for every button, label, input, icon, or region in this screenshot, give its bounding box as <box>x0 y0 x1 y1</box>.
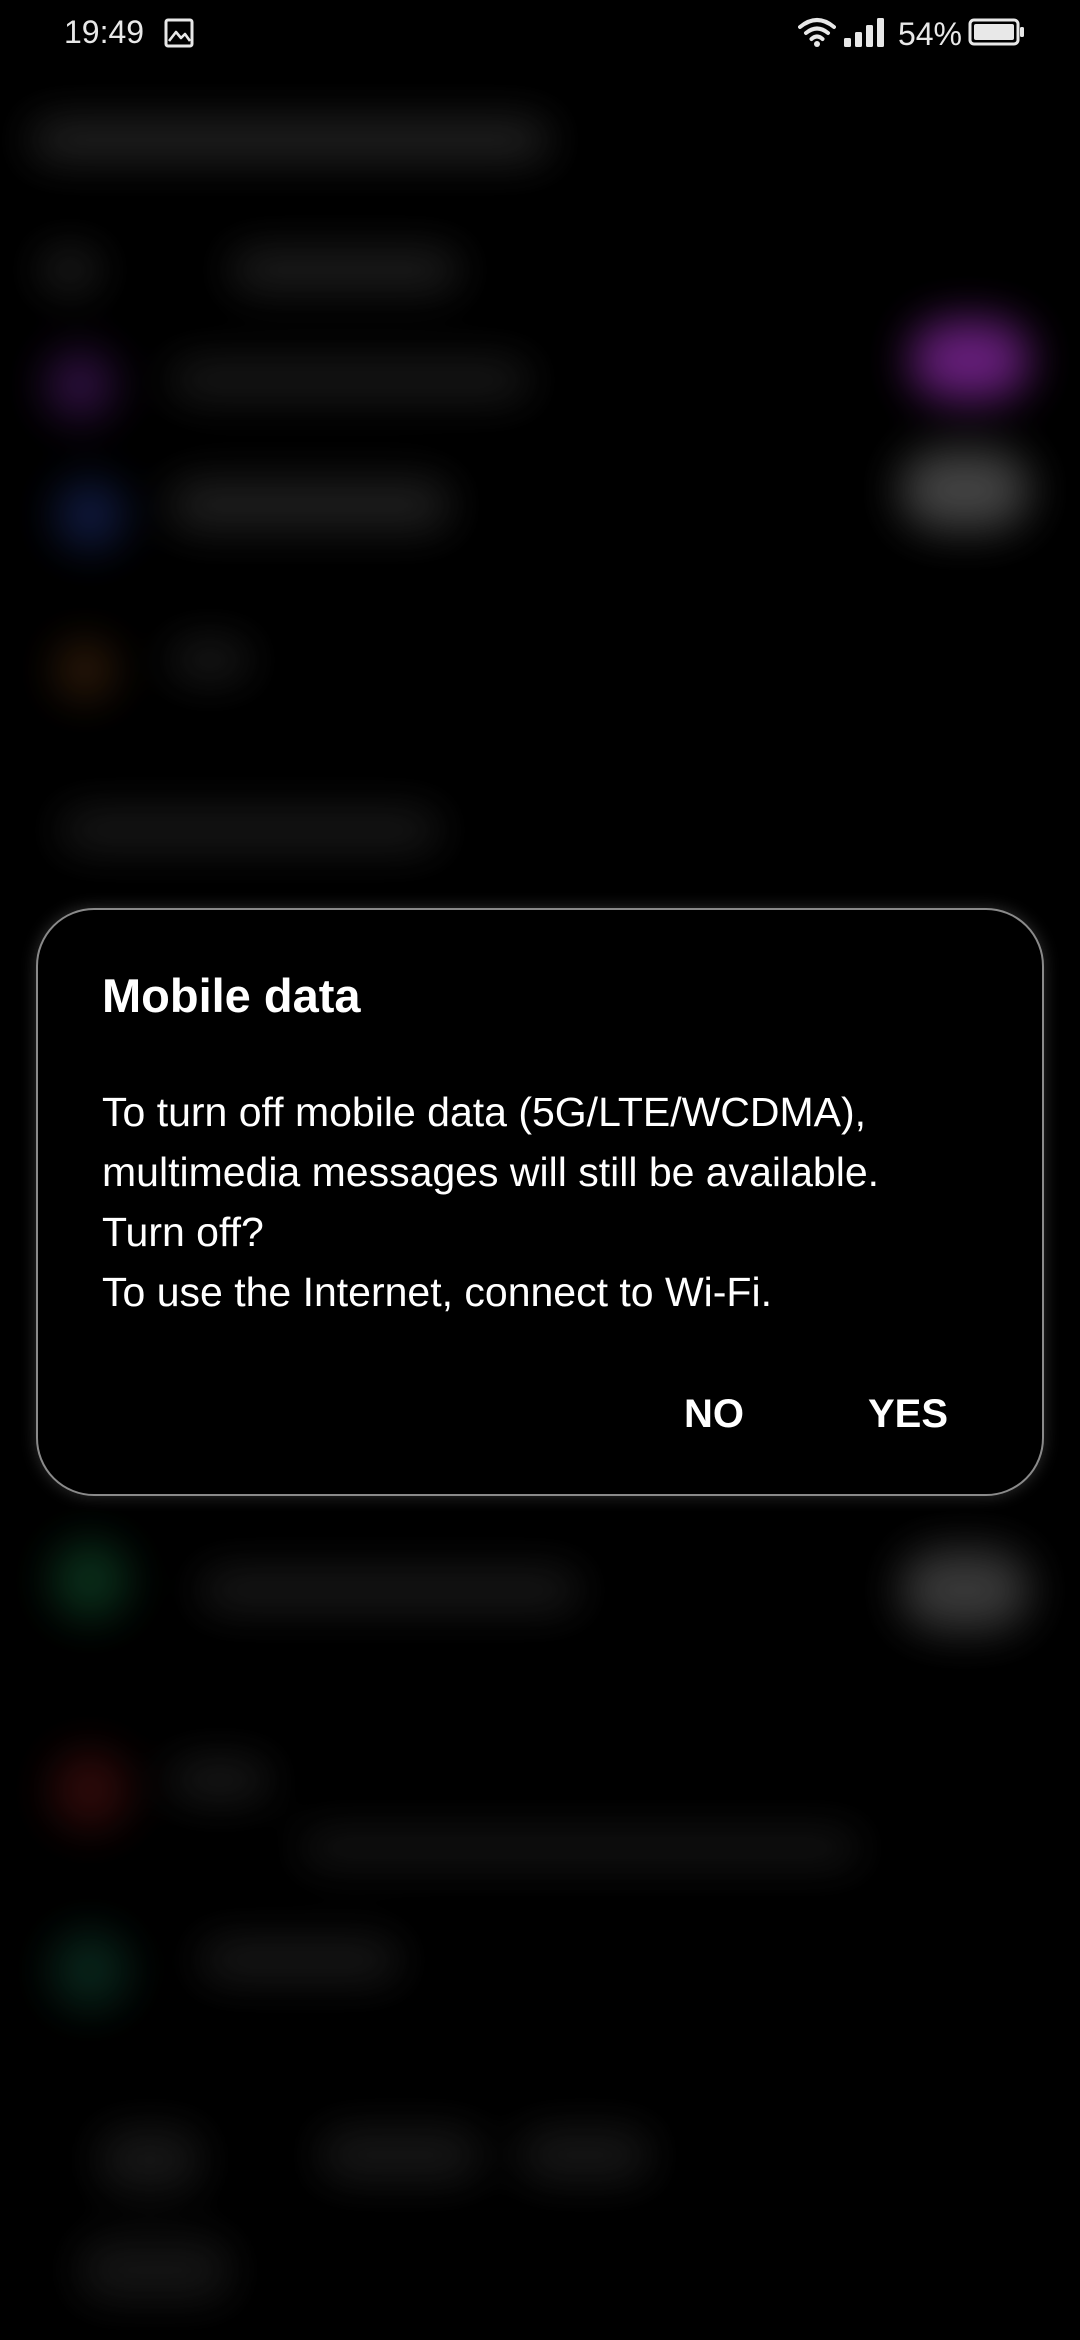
mobile-data-dialog: Mobile data To turn off mobile data (5G/… <box>36 908 1044 1496</box>
image-icon <box>164 18 194 48</box>
dialog-message-line: Turn off? <box>102 1209 264 1255</box>
dialog-message-line: To turn off mobile data (5G/LTE/WCDMA), <box>102 1089 867 1135</box>
status-time: 19:49 <box>64 14 145 50</box>
status-bar: 19:49 54% <box>0 0 1080 66</box>
dialog-message-line: To use the Internet, connect to Wi-Fi. <box>102 1269 772 1315</box>
battery-icon <box>968 17 1026 52</box>
screen: 19:49 54% Mobile data To turn off mobile… <box>0 0 1080 2340</box>
dialog-title: Mobile data <box>102 969 361 1022</box>
yes-button[interactable]: YES <box>832 1382 984 1447</box>
wifi-icon <box>797 16 836 53</box>
battery-percent: 54% <box>897 15 962 52</box>
dialog-buttons: NO YES <box>648 1382 984 1447</box>
no-button[interactable]: NO <box>648 1382 780 1447</box>
dialog-message-line: multimedia messages will still be availa… <box>102 1149 880 1195</box>
dialog-message: To turn off mobile data (5G/LTE/WCDMA), … <box>102 1082 1002 1322</box>
status-right-group: 54% <box>797 14 1026 54</box>
signal-bars-icon <box>842 16 890 53</box>
